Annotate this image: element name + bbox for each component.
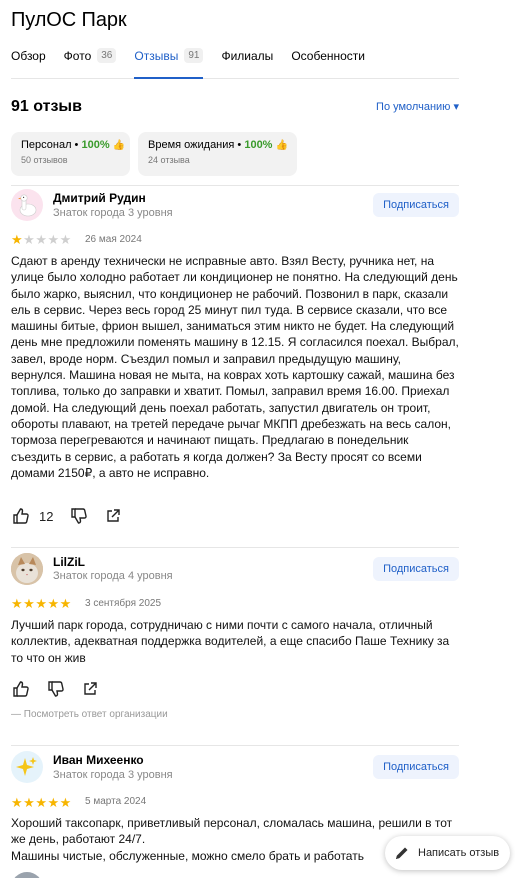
tab-label: Обзор	[11, 49, 46, 63]
subscribe-button[interactable]: Подписаться	[373, 755, 459, 779]
write-review-button[interactable]: Написать отзыв	[385, 836, 510, 870]
tab-label: Отзывы	[134, 49, 179, 63]
avatar[interactable]	[11, 553, 43, 585]
share-button[interactable]	[82, 681, 98, 697]
tab-branches[interactable]: Филиалы	[221, 43, 273, 78]
write-review-label: Написать отзыв	[418, 847, 500, 859]
thumb-down-icon	[71, 508, 88, 524]
divider	[11, 547, 459, 548]
rating-stars: ★ ★ ★ ★ ★	[11, 597, 72, 610]
author-name[interactable]: Дмитрий Рудин	[53, 191, 146, 205]
rating-stars: ★ ★ ★ ★ ★	[11, 233, 72, 246]
chip-label: Время ожидания •	[148, 139, 242, 151]
review-date: 5 марта 2024	[85, 796, 147, 807]
avatar[interactable]	[11, 872, 43, 878]
sort-dropdown[interactable]: По умолчанию ▾	[376, 100, 459, 113]
chip-percent: 100%	[244, 139, 273, 151]
avatar[interactable]	[11, 189, 43, 221]
star-icon: ★	[35, 795, 47, 810]
share-button[interactable]	[105, 508, 121, 524]
tab-count-badge: 36	[97, 48, 117, 63]
star-icon: ★	[23, 795, 35, 810]
review-date: 26 мая 2024	[85, 234, 142, 245]
review-actions: 12	[12, 507, 138, 525]
author-level: Знаток города 3 уровня	[53, 207, 173, 219]
author-name[interactable]: LilZiL	[53, 555, 85, 569]
tab-photos[interactable]: Фото 36	[64, 43, 117, 78]
aspect-chip-waiting[interactable]: Время ожидания • 100% 👍 24 отзыва	[138, 132, 297, 176]
tab-label: Фото	[63, 49, 92, 63]
reviews-count: 91 отзыв	[11, 98, 82, 115]
like-button[interactable]	[12, 680, 30, 698]
chip-subtext: 50 отзывов	[21, 155, 68, 165]
star-icon: ★	[11, 795, 23, 810]
tab-overview[interactable]: Обзор	[11, 43, 46, 78]
pencil-icon	[396, 847, 408, 859]
author-name[interactable]: Иван Михеенко	[53, 753, 144, 767]
share-icon	[84, 682, 97, 695]
star-icon: ★	[23, 596, 35, 611]
like-button[interactable]: 12	[12, 507, 53, 525]
star-icon: ★	[47, 596, 60, 611]
dislike-button[interactable]	[47, 680, 65, 698]
review-actions	[12, 680, 115, 698]
goose-avatar-icon	[18, 194, 37, 217]
page-title: ПулОС Парк	[11, 9, 127, 31]
star-icon: ★	[11, 596, 23, 611]
tab-label: Филиалы	[221, 49, 274, 63]
thumb-down-icon	[48, 681, 64, 697]
avatar[interactable]	[11, 751, 43, 783]
thumb-up-icon	[13, 681, 29, 697]
star-icon: ★	[23, 232, 35, 247]
share-icon	[107, 509, 121, 522]
cat-photo-icon	[11, 553, 43, 585]
chip-label: Персонал •	[21, 139, 79, 151]
tab-features[interactable]: Особенности	[291, 43, 365, 78]
star-icon: ★	[47, 232, 60, 247]
aspect-chip-staff[interactable]: Персонал • 100% 👍 50 отзывов	[11, 132, 130, 176]
star-icon: ★	[59, 232, 72, 247]
divider	[11, 185, 459, 186]
star-icon: ★	[11, 232, 23, 247]
sparkles-icon	[16, 757, 37, 776]
star-icon: ★	[47, 795, 60, 810]
review-text: Лучший парк города, сотрудничаю с ними п…	[11, 618, 450, 665]
tab-reviews[interactable]: Отзывы 91	[134, 43, 204, 79]
subscribe-button[interactable]: Подписаться	[373, 193, 459, 217]
star-icon: ★	[35, 232, 47, 247]
chip-subtext: 24 отзыва	[148, 155, 190, 165]
thumb-up-icon: 👍	[275, 140, 288, 151]
like-count: 12	[39, 508, 54, 524]
view-org-reply-link[interactable]: — Посмотреть ответ организации	[11, 709, 168, 720]
thumb-up-icon	[13, 508, 29, 524]
author-level: Знаток города 3 уровня	[53, 769, 173, 781]
author-level: Знаток города 4 уровня	[53, 570, 173, 582]
tab-count-badge: 91	[184, 48, 204, 63]
tab-bar: Обзор Фото 36 Отзывы 91 Филиалы Особенност…	[11, 43, 459, 79]
subscribe-button[interactable]: Подписаться	[373, 557, 459, 581]
star-icon: ★	[59, 795, 72, 810]
dislike-button[interactable]	[70, 507, 88, 525]
star-icon: ★	[59, 596, 72, 611]
divider	[11, 745, 459, 746]
rating-stars: ★ ★ ★ ★ ★	[11, 796, 72, 809]
tab-label: Особенности	[291, 49, 365, 63]
star-icon: ★	[35, 596, 47, 611]
thumb-up-icon: 👍	[112, 140, 126, 151]
chip-percent: 100%	[81, 139, 110, 151]
review-date: 3 сентября 2025	[85, 598, 162, 609]
review-text: Сдают в аренду технически не исправные а…	[11, 254, 459, 480]
